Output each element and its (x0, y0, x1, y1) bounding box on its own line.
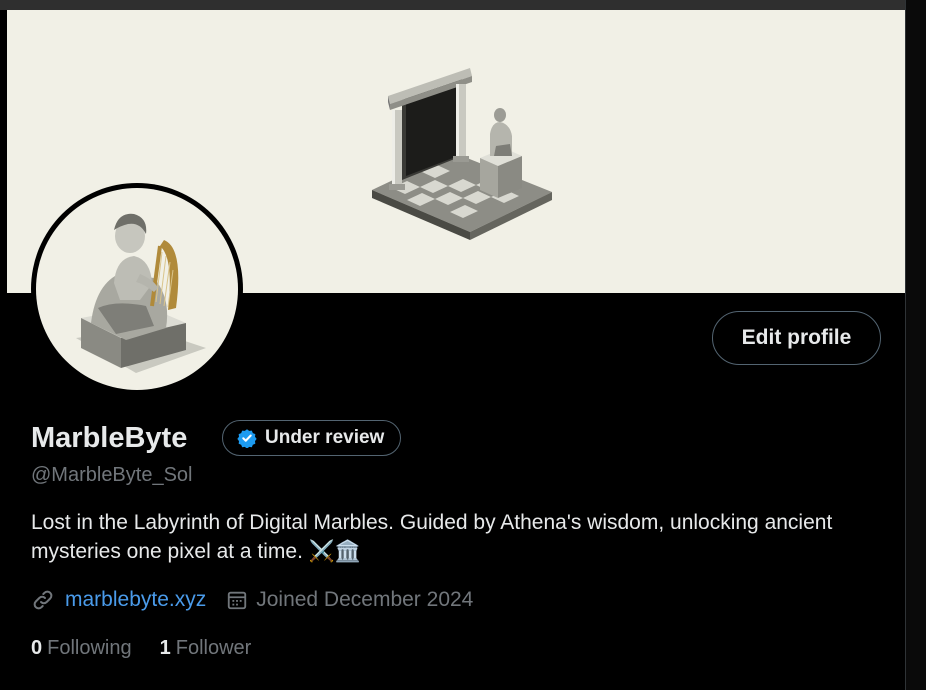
badge-label: Under review (265, 427, 385, 448)
followers-count: 1 (159, 636, 171, 659)
verified-check-icon (237, 428, 257, 448)
link-icon (31, 588, 55, 612)
right-scroll-rail (905, 0, 926, 690)
profile-display-name: MarbleByte (31, 422, 188, 454)
window-top-bar (0, 0, 926, 10)
profile-website-link[interactable]: marblebyte.xyz (65, 588, 206, 612)
profile-joined-date: Joined December 2024 (256, 588, 474, 611)
banner-temple-illustration (372, 68, 552, 240)
profile-bio: Lost in the Labyrinth of Digital Marbles… (31, 511, 833, 563)
calendar-icon (226, 589, 248, 611)
profile-avatar[interactable] (31, 183, 243, 395)
following-label: Following (47, 636, 132, 659)
profile-stats: 0 Following 1 Follower (31, 634, 279, 662)
profile-handle: @MarbleByte_Sol (31, 464, 193, 486)
profile-meta-row: marblebyte.xyz Joined December 2024 (31, 585, 473, 615)
following-stat-link[interactable]: 0 Following (31, 637, 132, 660)
following-count: 0 (31, 636, 43, 659)
edit-profile-button[interactable]: Edit profile (712, 311, 881, 365)
verification-status-badge[interactable]: Under review (222, 420, 402, 456)
avatar-harpist-statue-illustration (76, 213, 206, 373)
followers-stat-link[interactable]: 1 Follower (160, 637, 252, 660)
followers-label: Follower (175, 636, 252, 659)
